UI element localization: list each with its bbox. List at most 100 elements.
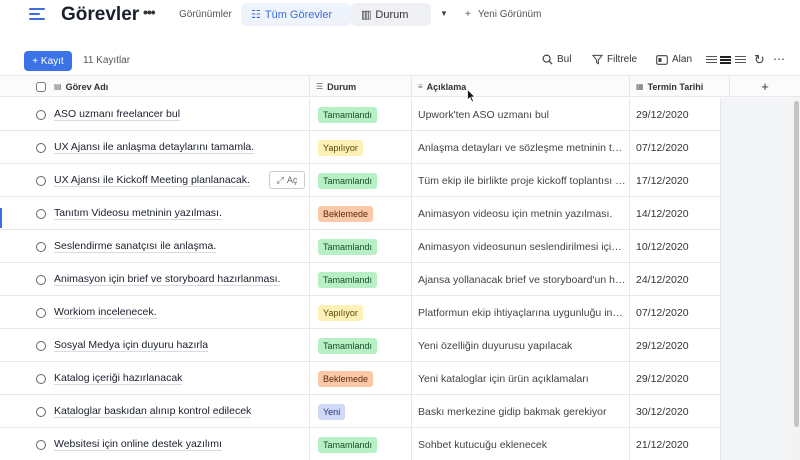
status-cell[interactable]: Tamamlandı <box>310 428 412 460</box>
description-cell[interactable]: Upwork'ten ASO uzmanı bul <box>412 98 630 131</box>
date-cell[interactable]: 07/12/2020 <box>630 131 721 164</box>
status-cell[interactable]: Tamamlandı <box>310 98 412 131</box>
row-checkbox[interactable] <box>36 340 46 351</box>
chevron-down-icon[interactable]: ▼ <box>440 9 448 18</box>
task-name-cell[interactable]: ASO uzmanı freelancer bul <box>48 98 310 131</box>
description-cell[interactable]: Yeni kataloglar için ürün açıklamaları <box>412 362 630 395</box>
add-column-button[interactable]: + <box>730 76 800 97</box>
task-name-cell[interactable]: Seslendirme sanatçısı ile anlaşma. <box>48 230 310 263</box>
task-name[interactable]: Sosyal Medya için duyuru hazırla <box>54 339 209 352</box>
row-checkbox[interactable] <box>36 439 46 450</box>
filter-button[interactable]: Filtrele <box>592 54 637 65</box>
task-name[interactable]: Workiom incelenecek. <box>54 306 157 319</box>
status-cell[interactable]: Tamamlandı <box>310 263 412 296</box>
task-name[interactable]: UX Ajansı ile Kickoff Meeting planlanaca… <box>54 174 250 187</box>
task-name-cell[interactable]: UX Ajansı ile anlaşma detaylarını tamaml… <box>48 131 310 164</box>
table-row[interactable]: Sosyal Medya için duyuru hazırla Tamamlan… <box>0 329 800 362</box>
task-name-cell[interactable]: Websitesi için online destek yazılımı <box>48 428 310 460</box>
description-cell[interactable]: Animasyon videosunun seslendirilmesi içi… <box>412 230 630 263</box>
table-row[interactable]: Animasyon için brief ve storyboard hazır… <box>0 263 800 296</box>
row-checkbox[interactable] <box>36 109 46 120</box>
row-checkbox[interactable] <box>36 208 46 219</box>
table-row[interactable]: Tanıtım Videosu metninin yazılması. Bekle… <box>0 197 800 230</box>
row-checkbox[interactable] <box>36 307 46 318</box>
hamburger-menu-icon[interactable] <box>29 8 45 22</box>
table-row[interactable]: Workiom incelenecek. Yapılıyor Platformun … <box>0 296 800 329</box>
table-row[interactable]: ASO uzmanı freelancer bul Tamamlandı Upwor… <box>0 98 800 131</box>
status-cell[interactable]: Yapılıyor <box>310 296 412 329</box>
task-name[interactable]: UX Ajansı ile anlaşma detaylarını tamaml… <box>54 141 255 154</box>
table-row[interactable]: UX Ajansı ile anlaşma detaylarını tamaml… <box>0 131 800 164</box>
status-cell[interactable]: Yapılıyor <box>310 131 412 164</box>
scrollbar-thumb[interactable] <box>794 101 799 427</box>
description-cell[interactable]: Anlaşma detayları ve sözleşme metninin t… <box>412 131 630 164</box>
date-cell[interactable]: 07/12/2020 <box>630 296 721 329</box>
description-cell[interactable]: Animasyon videosu için metnin yazılması. <box>412 197 630 230</box>
row-checkbox[interactable] <box>36 373 46 384</box>
description-cell[interactable]: Yeni özelliğin duyurusu yapılacak <box>412 329 630 362</box>
status-cell[interactable]: Beklemede <box>310 362 412 395</box>
task-name[interactable]: Animasyon için brief ve storyboard hazır… <box>54 273 281 286</box>
date-cell[interactable]: 14/12/2020 <box>630 197 721 230</box>
select-all-checkbox[interactable] <box>36 81 46 92</box>
table-row[interactable]: Websitesi için online destek yazılımı Tam… <box>0 428 800 460</box>
search-button[interactable]: Bul <box>542 54 571 65</box>
task-name-cell[interactable]: Tanıtım Videosu metninin yazılması. <box>48 197 310 230</box>
task-name-cell[interactable]: Workiom incelenecek. <box>48 296 310 329</box>
description-cell[interactable]: Ajansa yollanacak brief ve storyboard'un… <box>412 263 630 296</box>
tab-all-tasks[interactable]: ☷ Tüm Görevler <box>241 3 351 26</box>
table-row[interactable]: UX Ajansı ile Kickoff Meeting planlanaca… <box>0 164 800 197</box>
row-checkbox[interactable] <box>36 175 46 186</box>
tab-status[interactable]: ▥ Durum <box>351 3 431 26</box>
date-cell[interactable]: 24/12/2020 <box>630 263 721 296</box>
row-checkbox[interactable] <box>36 406 46 417</box>
date-cell[interactable]: 10/12/2020 <box>630 230 721 263</box>
task-name-cell[interactable]: Katalog içeriği hazırlanacak <box>48 362 310 395</box>
column-header-name[interactable]: ▤ Görev Adı <box>48 76 310 97</box>
open-record-button[interactable]: ⤢ Aç <box>269 171 305 189</box>
field-button[interactable]: Alan <box>656 54 692 65</box>
task-name[interactable]: Katalog içeriği hazırlanacak <box>54 372 183 385</box>
date-cell[interactable]: 21/12/2020 <box>630 428 721 460</box>
table-row[interactable]: Seslendirme sanatçısı ile anlaşma. Tamaml… <box>0 230 800 263</box>
row-checkbox[interactable] <box>36 142 46 153</box>
date-cell[interactable]: 29/12/2020 <box>630 329 721 362</box>
status-cell[interactable]: Yeni <box>310 395 412 428</box>
status-cell[interactable]: Tamamlandı <box>310 164 412 197</box>
density-compact-icon[interactable] <box>706 56 717 65</box>
toolbar-more-icon[interactable]: ⋯ <box>773 52 785 66</box>
table-row[interactable]: Kataloglar baskıdan alınıp kontrol edile… <box>0 395 800 428</box>
add-record-button[interactable]: + Kayıt <box>24 51 72 71</box>
task-name-cell[interactable]: Kataloglar baskıdan alınıp kontrol edile… <box>48 395 310 428</box>
description-cell[interactable]: Sohbet kutucuğu eklenecek <box>412 428 630 460</box>
status-cell[interactable]: Beklemede <box>310 197 412 230</box>
column-header-description[interactable]: ≡ Açıklama <box>412 76 630 97</box>
task-name[interactable]: Seslendirme sanatçısı ile anlaşma. <box>54 240 217 253</box>
column-header-status[interactable]: ☰ Durum <box>310 76 412 97</box>
description-cell[interactable]: Baskı merkezine gidip bakmak gerekiyor <box>412 395 630 428</box>
row-checkbox[interactable] <box>36 274 46 285</box>
date-cell[interactable]: 29/12/2020 <box>630 98 721 131</box>
views-label[interactable]: Görünümler <box>179 9 232 20</box>
table-row[interactable]: Katalog içeriği hazırlanacak Beklemede Yen… <box>0 362 800 395</box>
task-name[interactable]: Tanıtım Videosu metninin yazılması. <box>54 207 222 220</box>
status-cell[interactable]: Tamamlandı <box>310 230 412 263</box>
task-name[interactable]: ASO uzmanı freelancer bul <box>54 108 181 121</box>
date-cell[interactable]: 30/12/2020 <box>630 395 721 428</box>
description-cell[interactable]: Platformun ekip ihtiyaçlarına uygunluğu … <box>412 296 630 329</box>
density-large-icon[interactable] <box>735 56 746 65</box>
new-view-button[interactable]: + Yeni Görünüm <box>465 9 541 20</box>
title-more-icon[interactable]: ••• <box>143 4 156 20</box>
column-header-date[interactable]: ▦ Termin Tarihi <box>630 76 730 97</box>
row-checkbox[interactable] <box>36 241 46 252</box>
task-name[interactable]: Websitesi için online destek yazılımı <box>54 438 222 451</box>
task-name-cell[interactable]: Sosyal Medya için duyuru hazırla <box>48 329 310 362</box>
density-medium-icon[interactable] <box>720 56 731 65</box>
refresh-icon[interactable]: ↻ <box>754 52 765 68</box>
task-name-cell[interactable]: Animasyon için brief ve storyboard hazır… <box>48 263 310 296</box>
status-cell[interactable]: Tamamlandı <box>310 329 412 362</box>
date-cell[interactable]: 29/12/2020 <box>630 362 721 395</box>
description-cell[interactable]: Tüm ekip ile birlikte proje kickoff topl… <box>412 164 630 197</box>
task-name[interactable]: Kataloglar baskıdan alınıp kontrol edile… <box>54 405 252 418</box>
date-cell[interactable]: 17/12/2020 <box>630 164 721 197</box>
